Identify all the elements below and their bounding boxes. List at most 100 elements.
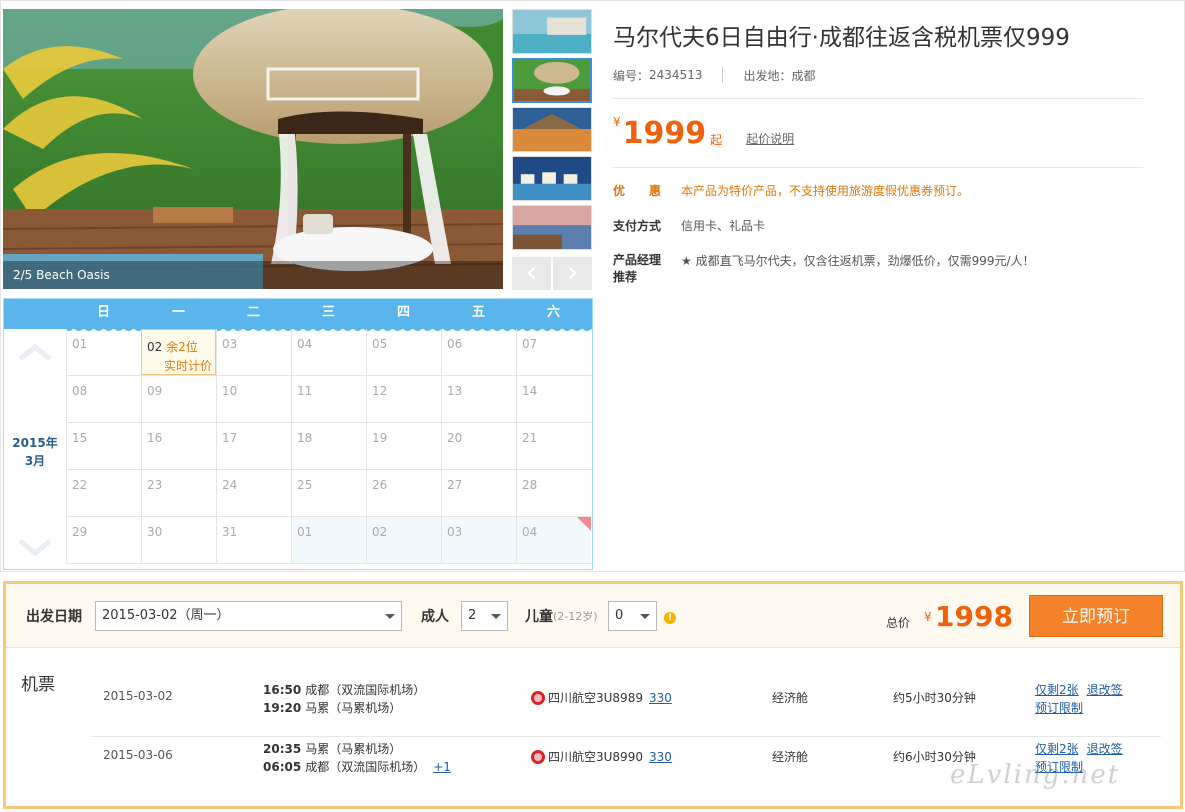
calendar-day-next-month: 02: [366, 517, 441, 563]
calendar-day: 22: [66, 470, 141, 516]
cabin-class: 经济舱: [772, 750, 809, 764]
sichuan-airlines-logo-icon: [531, 690, 545, 705]
calendar-day: 14: [516, 376, 591, 422]
calendar-day: 07: [516, 329, 591, 375]
chevron-down-icon: [491, 614, 501, 619]
calendar-day: 08: [66, 376, 141, 422]
discount-text: 本产品为特价产品，不支持使用旅游度假优惠券预订。: [681, 184, 970, 198]
departure-place: 马累（马累机场）: [305, 742, 402, 756]
thumbnail-image: [513, 206, 591, 249]
chevron-left-icon[interactable]: ‹: [512, 257, 551, 290]
calendar-day: 27: [441, 470, 516, 516]
product-code: 2434513: [649, 68, 703, 82]
calendar-day: 01: [66, 329, 141, 375]
thumbnail-4[interactable]: [512, 156, 592, 201]
refund-change-link[interactable]: 退改签: [1087, 742, 1123, 756]
child-count-value: 0: [615, 608, 624, 623]
calendar-day: 11: [291, 376, 366, 422]
seats-remaining-link[interactable]: 仅剩2张: [1035, 742, 1079, 756]
departure-time: 20:35: [263, 742, 302, 756]
calendar-day: 29: [66, 517, 141, 563]
main-photo[interactable]: 2/5 Beach Oasis: [3, 9, 503, 289]
child-count-select[interactable]: 0: [608, 601, 657, 631]
arrival-time: 19:20: [263, 701, 302, 715]
chevron-down-icon[interactable]: [18, 539, 52, 557]
payment-methods: 信用卡、礼品卡: [681, 219, 766, 233]
flight-duration: 约5小时30分钟: [893, 691, 976, 705]
thumbnail-2[interactable]: [512, 58, 592, 103]
calendar-day-selected[interactable]: 02 余2位 实时计价: [141, 329, 216, 375]
price-explain-link[interactable]: 起价说明: [746, 130, 794, 147]
adult-count-select[interactable]: 2: [461, 601, 508, 631]
calendar-month: 3月: [24, 454, 46, 468]
departure-place: 成都（双流国际机场）: [305, 683, 426, 697]
weekday-mon: 一: [171, 305, 185, 320]
calendar-day: 15: [66, 423, 141, 469]
child-label: 儿童: [525, 609, 553, 625]
calendar-day-number: 02: [147, 340, 163, 354]
calendar-day: 06: [441, 329, 516, 375]
adult-count-value: 2: [468, 608, 477, 623]
calendar-day: 21: [516, 423, 591, 469]
thumbnail-5[interactable]: [512, 205, 592, 250]
calendar-week: 22 23 24 25 26 27 28: [66, 470, 592, 517]
calendar-day: 20: [441, 423, 516, 469]
adult-label: 成人: [421, 609, 449, 625]
calendar-day: 28: [516, 470, 591, 516]
flight-links: 仅剩2张 退改签 预订限制: [1035, 681, 1131, 717]
arrival-place: 成都（双流国际机场）: [305, 760, 426, 774]
flight-airline: 四川航空3U8989 330: [531, 689, 672, 706]
calendar-day: 18: [291, 423, 366, 469]
calendar-week: 08 09 10 11 12 13 14: [66, 376, 592, 423]
departure-date-select[interactable]: 2015-03-02（周一）: [95, 601, 402, 631]
calendar-day: 13: [441, 376, 516, 422]
flight-date: 2015-03-06: [103, 748, 173, 762]
recommend-corner-badge: [577, 517, 591, 531]
thumbnail-image: [513, 157, 591, 200]
photo-caption: 2/5 Beach Oasis: [3, 261, 503, 289]
beach-cabana-image: [3, 9, 503, 289]
aircraft-type-link[interactable]: 330: [649, 691, 672, 705]
calendar-year: 2015年: [12, 436, 58, 450]
manager-label-line1: 产品经理: [613, 253, 662, 267]
calendar-day: 12: [366, 376, 441, 422]
flight-section-title: 机票: [21, 675, 55, 695]
origin-label: 出发地：: [743, 68, 792, 83]
flight-times: 20:35 马累（马累机场） 06:05 成都（双流国际机场） +1: [263, 740, 451, 776]
calendar-day: 09: [141, 376, 216, 422]
aircraft-type-link[interactable]: 330: [649, 750, 672, 764]
flight-times: 16:50 成都（双流国际机场） 19:20 马累（马累机场）: [263, 681, 425, 717]
divider: [613, 167, 1143, 168]
calendar-month-panel: 2015年 3月: [4, 329, 66, 569]
manager-recommend-text: ★ 成都直飞马尔代夫，仅含往返机票，劲爆低价，仅需999元/人！: [681, 254, 1035, 268]
child-age-range: (2-12岁): [553, 610, 598, 623]
next-day-link[interactable]: +1: [433, 760, 451, 774]
origin-value: 成都: [791, 68, 816, 83]
manager-label: 产品经理 推荐: [613, 252, 681, 286]
price-row: ¥ 1999 起 起价说明: [613, 99, 1143, 167]
chevron-right-icon[interactable]: ›: [553, 257, 592, 290]
chevron-up-icon[interactable]: [18, 343, 52, 361]
calendar-day: 05: [366, 329, 441, 375]
manager-recommend-line: 产品经理 推荐 ★ 成都直飞马尔代夫，仅含往返机票，劲爆低价，仅需999元/人！: [613, 252, 1143, 286]
warning-icon[interactable]: !: [664, 612, 676, 624]
discount-label: 优 惠: [613, 184, 662, 198]
price-currency: ¥: [613, 115, 621, 129]
discount-line: 优 惠 本产品为特价产品，不支持使用旅游度假优惠券预订。: [613, 182, 1143, 199]
weekday-fri: 五: [471, 305, 485, 320]
thumbnail-3[interactable]: [512, 107, 592, 152]
departure-date-label: 出发日期: [26, 609, 82, 625]
manager-label-line2: 推荐: [613, 270, 638, 284]
calendar-week: 29 30 31 01 02 03 04: [66, 517, 592, 564]
product-code-label: 编号：: [613, 68, 650, 83]
departure-date-value: 2015-03-02（周一）: [102, 608, 230, 623]
thumbnail-1[interactable]: [512, 9, 592, 54]
total-price: 1998: [935, 600, 1013, 633]
seats-remaining-link[interactable]: 仅剩2张: [1035, 683, 1079, 697]
book-now-button[interactable]: 立即预订: [1029, 595, 1163, 637]
refund-change-link[interactable]: 退改签: [1087, 683, 1123, 697]
meta-divider: [722, 67, 724, 83]
booking-restriction-link[interactable]: 预订限制: [1035, 701, 1083, 715]
departure-time: 16:50: [263, 683, 302, 697]
calendar-day: 23: [141, 470, 216, 516]
